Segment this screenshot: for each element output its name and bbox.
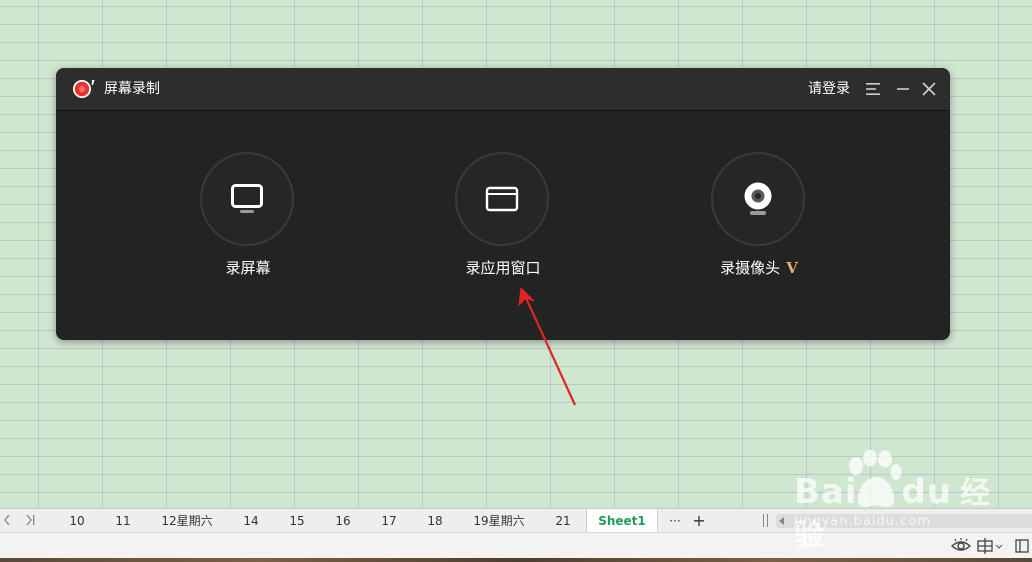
sheet-tab[interactable]: 12星期六 — [150, 509, 224, 533]
record-icon — [72, 78, 96, 100]
recorder-titlebar[interactable]: 屏幕录制 请登录 — [56, 68, 950, 111]
monitor-icon — [231, 184, 263, 213]
more-sheets-button[interactable]: ··· — [664, 509, 686, 533]
first-sheet-icon[interactable] — [24, 512, 38, 534]
minimize-icon[interactable] — [894, 80, 912, 98]
record-webcam-button[interactable]: 录摄像头 V — [674, 152, 844, 282]
sheet-tab[interactable]: 17 — [368, 509, 410, 533]
grid-layout-icon[interactable] — [976, 537, 1004, 559]
login-link[interactable]: 请登录 — [808, 80, 850, 98]
webcam-icon — [744, 182, 772, 215]
record-screen-label: 录屏幕 — [225, 259, 271, 277]
record-screen-button[interactable]: 录屏幕 — [163, 152, 333, 282]
sheet-tab-bar: 10 11 12星期六 14 15 16 17 18 19星期六 21 Shee… — [0, 508, 1032, 533]
paw-logo-icon — [849, 450, 902, 508]
desktop-strip — [0, 558, 1032, 562]
record-window-button[interactable]: 录应用窗口 — [418, 152, 588, 282]
sheet-tab[interactable]: 16 — [322, 509, 364, 533]
status-bar — [0, 532, 1032, 559]
sheet-tab[interactable]: 14 — [230, 509, 272, 533]
prev-sheet-icon[interactable] — [2, 512, 12, 534]
sheet-tab-active[interactable]: Sheet1 — [586, 509, 658, 533]
sheet-tab[interactable]: 19星期六 — [462, 509, 536, 533]
record-screen-circle — [200, 152, 294, 246]
horizontal-scrollbar[interactable] — [776, 514, 1032, 528]
scroll-left-icon[interactable] — [779, 517, 784, 525]
add-sheet-button[interactable]: + — [688, 509, 710, 533]
window-icon — [485, 186, 519, 212]
sheet-tab[interactable]: 18 — [414, 509, 456, 533]
menu-icon[interactable] — [864, 80, 882, 98]
close-icon[interactable] — [920, 80, 938, 98]
sheet-tab[interactable]: 21 — [542, 509, 584, 533]
record-webcam-circle — [711, 152, 805, 246]
screen-recorder-window: 屏幕录制 请登录 录屏幕 录应用窗口 录摄像头 V — [56, 68, 950, 340]
sheet-tab[interactable]: 10 — [56, 509, 98, 533]
sheet-tab[interactable]: 15 — [276, 509, 318, 533]
sheet-tab[interactable]: 11 — [102, 509, 144, 533]
split-handle[interactable] — [763, 514, 768, 527]
record-window-label: 录应用窗口 — [465, 259, 541, 277]
record-window-circle — [455, 152, 549, 246]
app-title: 屏幕录制 — [104, 81, 160, 97]
panel-toggle-icon[interactable] — [1014, 537, 1030, 559]
record-webcam-label: 录摄像头 V — [720, 259, 798, 277]
eye-protection-icon[interactable] — [950, 537, 972, 559]
vip-badge: V — [786, 259, 798, 277]
